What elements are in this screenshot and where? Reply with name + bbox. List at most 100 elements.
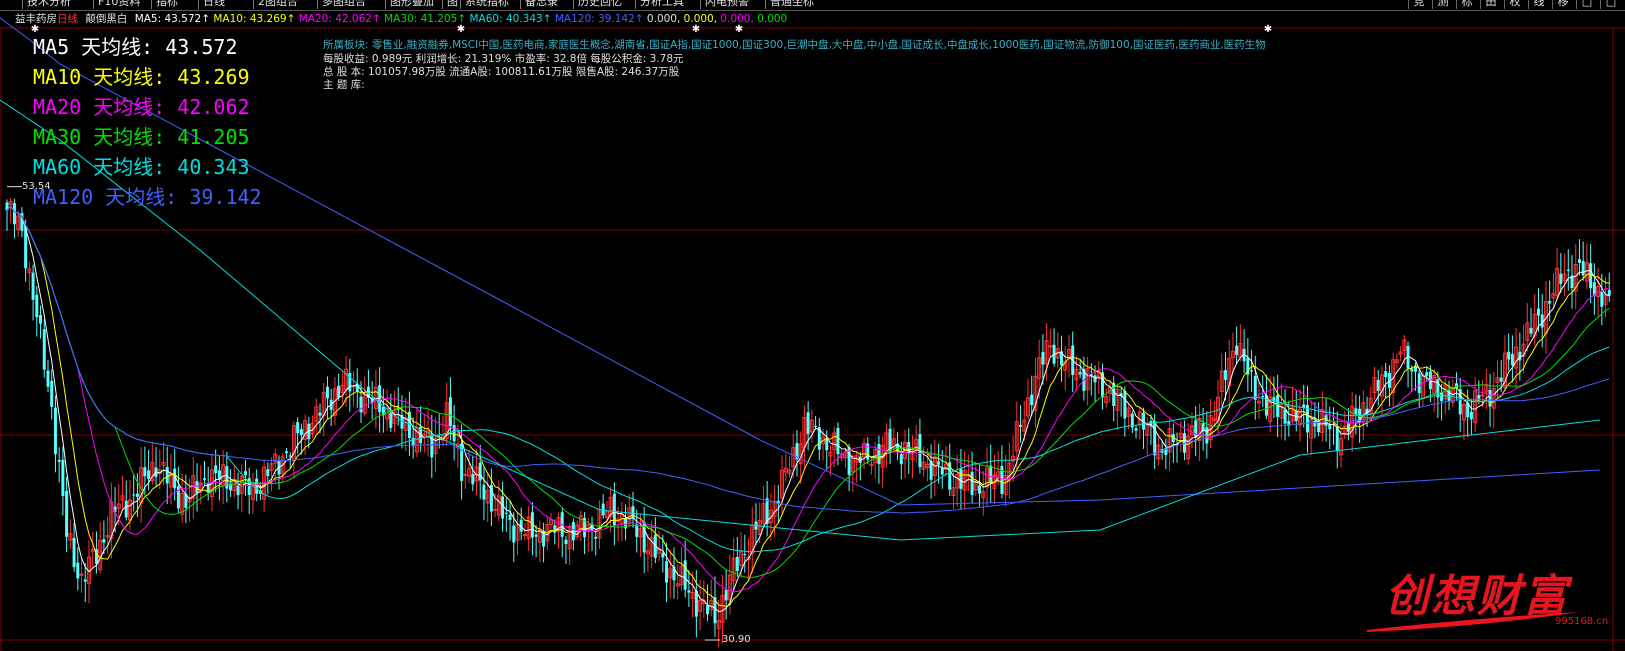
toolbar-right-item[interactable]: 竞 <box>1408 0 1429 9</box>
candle-body <box>53 407 57 455</box>
candle-body <box>266 469 270 476</box>
toolbar-item[interactable]: 技术分析 <box>27 0 71 9</box>
period-label[interactable]: 日线 <box>57 13 78 25</box>
sectors-label: 所属板块: <box>323 39 369 51</box>
candle-body <box>337 385 341 398</box>
candle-body <box>61 459 65 496</box>
candle-body <box>683 560 687 590</box>
mode-label: 颠倒黑白 <box>85 13 128 25</box>
candle-body <box>325 386 329 399</box>
ma30-line <box>6 205 1610 579</box>
candle-body <box>318 412 322 416</box>
candle-body <box>1123 390 1127 419</box>
toolbar-right-item[interactable]: 测 <box>1432 0 1453 9</box>
candle-body <box>1548 301 1552 304</box>
toolbar-right-item[interactable]: □ <box>1576 0 1597 9</box>
candle-body <box>1376 379 1380 392</box>
candle-body <box>743 554 747 556</box>
candle-body <box>452 424 456 442</box>
candle-body <box>132 494 136 496</box>
candle-body <box>72 537 76 568</box>
toolbar-item[interactable]: 图形叠加 <box>390 0 434 9</box>
toolbar-item[interactable]: 分析工具 <box>640 0 684 9</box>
candle-body <box>836 427 840 455</box>
candle-body <box>1536 308 1540 316</box>
candle-body <box>594 536 598 539</box>
candle-body <box>1480 394 1485 397</box>
candle-body <box>147 470 151 479</box>
legend-item: MA5 天均线: 43.572 <box>33 35 238 59</box>
candle-body <box>39 314 43 324</box>
candle-body <box>102 539 106 543</box>
toolbar-right-item[interactable]: 标 <box>1456 0 1477 9</box>
toolbar-item[interactable]: 多图组合 <box>322 0 366 9</box>
watermark-swoosh <box>1367 612 1580 632</box>
stock-name: 益丰药房 <box>15 13 57 25</box>
toolbar-separator <box>151 0 152 9</box>
candle-body <box>1507 351 1511 360</box>
toolbar: 技术分析 F10资料 指标 日线 2图组合 多图组合 图形叠加 图系统指标 备忘录 历史回忆 分析工… <box>0 0 1625 11</box>
candle-body <box>202 478 206 480</box>
candle-body <box>135 493 139 497</box>
candle-body <box>482 484 486 500</box>
toolbar-right-item[interactable]: 权 <box>1504 0 1525 9</box>
candle-body <box>35 294 39 318</box>
candle-body <box>1019 424 1023 427</box>
candle-body <box>970 471 974 496</box>
toolbar-item[interactable]: 指标 <box>156 0 178 9</box>
toolbar-right-item[interactable]: □ <box>1600 0 1621 9</box>
toolbar-item[interactable]: 备忘录 <box>525 0 558 9</box>
candle-body <box>1581 261 1585 276</box>
sectors-list[interactable]: 零售业,融资融券,MSCI中国,医药电商,家庭医生概念,湖南省,国证A指,国证1… <box>372 39 1266 51</box>
candle-body <box>284 451 288 454</box>
candle-body <box>471 473 475 485</box>
candle-body <box>31 272 35 300</box>
candle-body <box>706 605 710 615</box>
toolbar-item[interactable]: 2图组合 <box>258 0 298 9</box>
candle-body <box>165 466 169 484</box>
toolbar-separator <box>765 0 766 9</box>
toolbar-right-item[interactable]: 田 <box>1480 0 1501 9</box>
toolbar-item[interactable]: 日线 <box>203 0 225 9</box>
candle-body <box>493 508 498 511</box>
eps-row: 每股收益: 0.989元 利润增长: 21.319% 市盈率: 32.8倍 每股… <box>323 53 684 65</box>
toolbar-item[interactable]: F10资料 <box>98 0 140 9</box>
high-price-label: 53.54 <box>22 181 51 192</box>
candle-body <box>1335 427 1339 451</box>
candle-body <box>989 465 993 483</box>
toolbar-separator <box>93 0 94 9</box>
candle-body <box>940 467 944 475</box>
toolbar-item[interactable]: 闪电预警 <box>705 0 749 9</box>
candle-body <box>724 589 728 601</box>
candle-body <box>12 203 16 225</box>
legend-item: MA10 天均线: 43.269 <box>33 65 250 89</box>
toolbar-item[interactable]: 图 <box>447 0 458 9</box>
candle-body <box>46 370 50 387</box>
candle-body <box>522 534 527 537</box>
toolbar-separator <box>520 0 521 9</box>
candle-body <box>735 556 739 572</box>
candle-body <box>1261 395 1265 398</box>
candle-body <box>959 468 963 489</box>
ma60-line <box>6 205 1610 553</box>
candle-body <box>1559 273 1563 284</box>
candle-body <box>1354 408 1358 415</box>
ma120-value: MA120: 39.142↑ <box>554 13 644 25</box>
toolbar-separator <box>573 0 574 9</box>
candle-body <box>65 490 69 537</box>
toolbar-item[interactable]: 系统指标 <box>465 0 509 9</box>
candle-body <box>806 412 810 434</box>
toolbar-separator <box>700 0 701 9</box>
toolbar-item[interactable]: 历史回忆 <box>578 0 622 9</box>
candle-body <box>57 459 61 462</box>
legend-item: MA20 天均线: 42.062 <box>33 95 250 119</box>
toolbar-separator <box>198 0 199 9</box>
candle-body <box>1041 352 1045 365</box>
candle-body <box>501 496 505 519</box>
candle-body <box>1048 345 1053 348</box>
toolbar-item[interactable]: 普通坐标 <box>770 0 814 9</box>
candle-body <box>665 561 669 583</box>
candle-body <box>1417 373 1421 394</box>
toolbar-right-item[interactable]: 移 <box>1552 0 1573 9</box>
toolbar-right-item[interactable]: 线 <box>1528 0 1549 9</box>
